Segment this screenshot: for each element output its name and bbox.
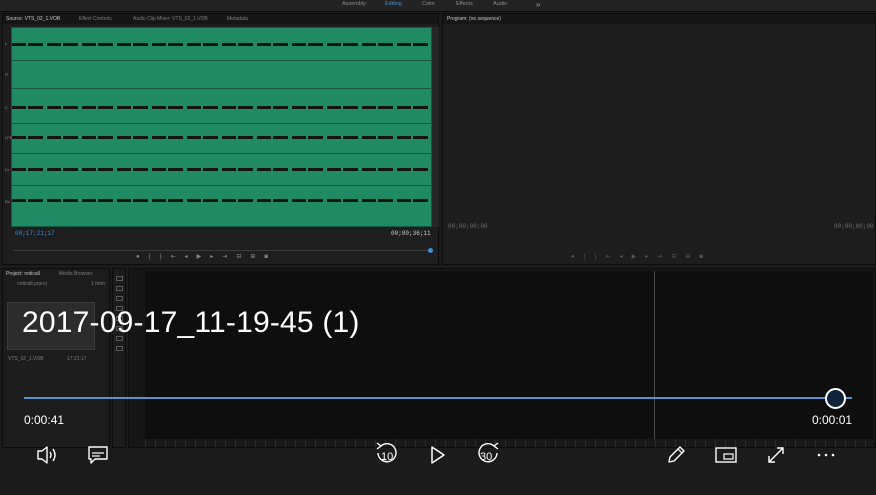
tab-audio-clip-mixer[interactable]: Audio Clip Mixer: VTS_02_1.VOB <box>133 16 208 22</box>
more-options-button[interactable] <box>810 439 842 471</box>
program-transport-controls[interactable]: ●{}⇤◂▶▸⇥⊟⊞◙ <box>571 253 712 261</box>
program-panel-tabs: Program: (no sequence) <box>443 14 875 24</box>
waveform-scrollbar[interactable] <box>432 27 439 227</box>
channel-label: Rs <box>5 199 10 204</box>
seek-bar[interactable] <box>24 397 852 399</box>
captions-button[interactable] <box>82 439 114 471</box>
channel-label: L <box>5 41 8 46</box>
tab-effect-controls[interactable]: Effect Controls <box>79 16 112 22</box>
workspace-tab-editing[interactable]: Editing <box>385 1 402 7</box>
more-icon <box>817 453 835 457</box>
fullscreen-button[interactable] <box>760 439 792 471</box>
selection-tool-icon[interactable] <box>116 276 123 281</box>
edit-pen-icon <box>668 446 685 463</box>
fullscreen-icon <box>768 447 784 463</box>
channel-divider <box>12 123 431 124</box>
channel-label: C <box>5 105 8 110</box>
tab-metadata[interactable]: Metadata <box>227 16 248 22</box>
mini-view-button[interactable] <box>710 439 742 471</box>
ripple-edit-tool-icon[interactable] <box>116 296 123 301</box>
program-duration: 00;00;00;00 <box>834 223 874 230</box>
program-timecode[interactable]: 00;00;00;00 <box>448 223 488 230</box>
timeline-panel <box>128 268 876 448</box>
video-title: 2017-09-17_11-19-45 (1) <box>22 306 360 339</box>
mini-view-icon <box>715 447 737 463</box>
channel-divider <box>12 60 431 61</box>
workspace-tab-assembly[interactable]: Assembly <box>342 1 366 7</box>
audio-waveform[interactable]: L R C LFE Ls Rs <box>5 27 432 227</box>
captions-icon <box>88 446 108 464</box>
tools-panel <box>112 268 126 448</box>
source-timecode[interactable]: 00;17;21;17 <box>15 230 55 237</box>
program-monitor-panel: Program: (no sequence) 00;00;00;00 00;00… <box>442 13 876 265</box>
tab-source[interactable]: Source: VTS_02_1.VOB <box>6 16 60 22</box>
clip-name: VTS_02_1.VOB <box>8 356 44 362</box>
play-icon <box>431 446 445 464</box>
track-select-tool-icon[interactable] <box>116 286 123 291</box>
play-button[interactable] <box>422 439 454 471</box>
skip-back-seconds: 10 <box>381 451 394 463</box>
volume-button[interactable] <box>32 439 64 471</box>
edit-button[interactable] <box>660 439 692 471</box>
channel-divider <box>12 88 431 89</box>
workspace-tab-effects[interactable]: Effects <box>456 1 473 7</box>
tab-project[interactable]: Project: noticall <box>6 271 40 277</box>
workspace-tab-audio[interactable]: Audio <box>493 1 507 7</box>
volume-icon <box>37 446 56 464</box>
source-duration: 00;00;36;11 <box>391 230 431 237</box>
waveform-channel <box>12 136 431 139</box>
waveform-channel <box>12 168 431 171</box>
channel-divider <box>12 185 431 186</box>
clip-duration: 17;21;17 <box>67 356 87 362</box>
video-editor-background: Assembly Editing Color Effects Audio » S… <box>0 0 876 495</box>
source-playhead[interactable] <box>428 248 433 253</box>
channel-label: Ls <box>5 167 10 172</box>
project-file-name: noticall.prproj <box>17 281 47 287</box>
source-scrub-bar[interactable] <box>13 250 433 251</box>
waveform-channel <box>12 199 431 202</box>
seek-thumb[interactable] <box>825 388 846 409</box>
project-item-count: 1 Item <box>91 281 105 287</box>
workspace-overflow-icon[interactable]: » <box>536 0 540 9</box>
skip-forward-seconds: 30 <box>480 451 493 463</box>
source-panel-tabs: Source: VTS_02_1.VOB Effect Controls Aud… <box>3 14 438 24</box>
tab-program[interactable]: Program: (no sequence) <box>447 16 501 22</box>
channel-divider <box>12 153 431 154</box>
timeline-playhead[interactable] <box>654 271 655 439</box>
waveform-channel <box>12 43 431 46</box>
tab-media-browser[interactable]: Media Browser <box>59 271 92 277</box>
skip-back-button[interactable]: 10 <box>371 437 403 469</box>
source-monitor-panel: Source: VTS_02_1.VOB Effect Controls Aud… <box>2 13 439 265</box>
skip-forward-button[interactable]: 30 <box>472 437 504 469</box>
time-elapsed: 0:00:41 <box>24 413 65 427</box>
waveform-channel <box>12 106 431 109</box>
timeline-track-area[interactable] <box>145 271 873 439</box>
channel-label: R <box>5 72 8 77</box>
workspace-bar: Assembly Editing Color Effects Audio » <box>0 0 876 12</box>
workspace-tab-color[interactable]: Color <box>422 1 435 7</box>
zoom-tool-icon[interactable] <box>116 346 123 351</box>
time-remaining: 0:00:01 <box>812 413 853 427</box>
source-transport-controls[interactable]: ●{}⇤◂▶▸⇥⊟⊞◙ <box>136 253 277 261</box>
